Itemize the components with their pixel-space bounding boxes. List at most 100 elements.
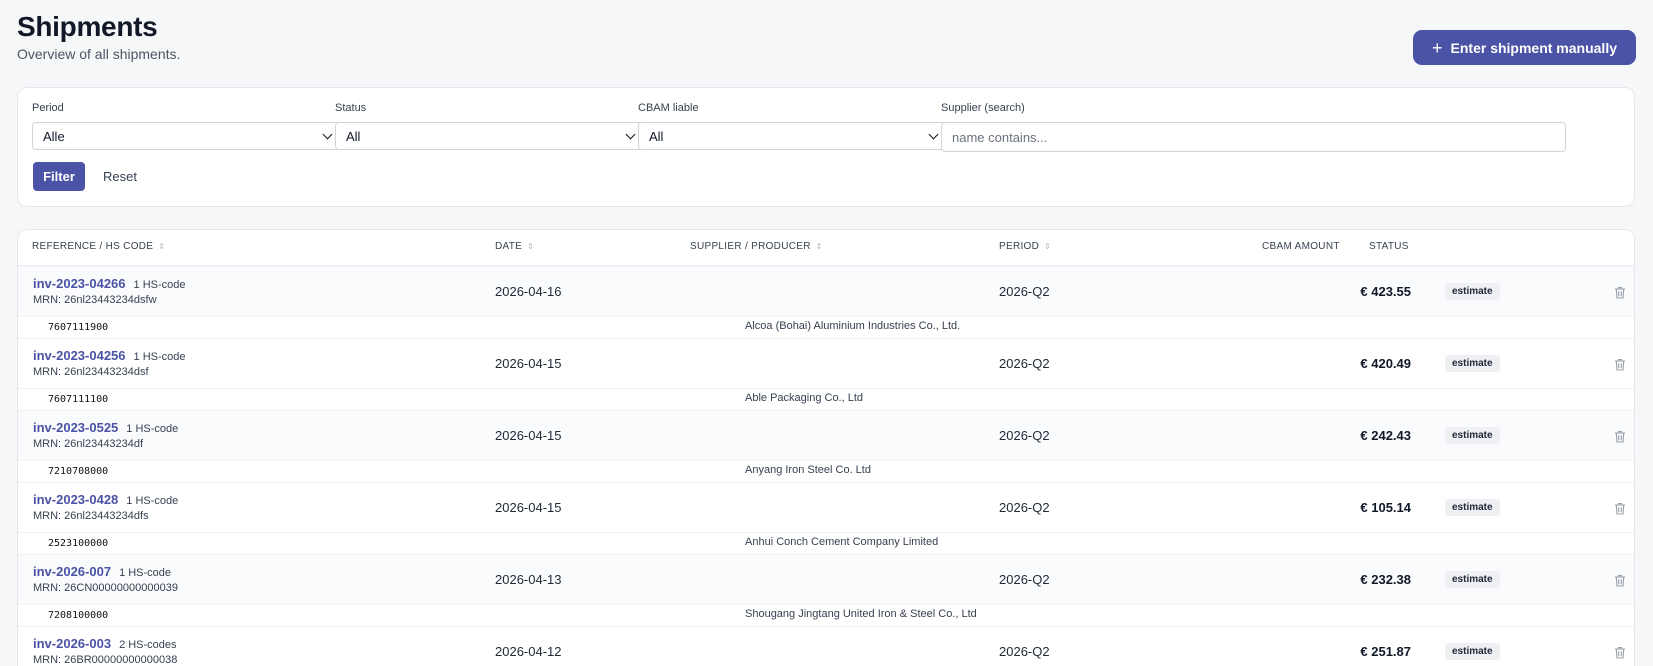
shipment-row-detail: 7210708000 Anyang Iron Steel Co. Ltd <box>18 460 1634 482</box>
reference-text: inv-2026-007 <box>33 564 112 579</box>
trash-icon[interactable] <box>1614 574 1626 592</box>
shipment-row-main: inv-2023-0525 1 HS-code MRN: 26nl23443234… <box>18 410 1634 460</box>
status-badge: estimate <box>1445 427 1500 444</box>
table-row: inv-2023-04266 1 HS-code MRN: 26nl2344323… <box>18 266 1634 338</box>
hs-code: 7607111900 <box>48 322 109 333</box>
cbam-filter: CBAM liable All <box>638 102 946 150</box>
supplier-name: Anyang Iron Steel Co. Ltd <box>745 464 871 476</box>
cbam-amount: € 251.87 <box>1360 644 1411 659</box>
column-date[interactable]: DATE ⇕ <box>495 241 534 252</box>
hs-count: 2 HS-codes <box>119 639 177 651</box>
table-header: REFERENCE / HS CODE ⇕ DATE ⇕ SUPPLIER / … <box>18 230 1634 266</box>
status-select[interactable]: All <box>335 122 643 150</box>
period: 2026-Q2 <box>999 284 1050 299</box>
column-period[interactable]: PERIOD ⇕ <box>999 241 1051 252</box>
reference-text: inv-2023-04266 <box>33 276 126 291</box>
column-amount-label: CBAM AMOUNT <box>1262 241 1340 252</box>
date: 2026-04-15 <box>495 500 562 515</box>
enter-shipment-button[interactable]: + Enter shipment manually <box>1413 30 1636 65</box>
status-badge: estimate <box>1445 643 1500 660</box>
shipment-reference-link[interactable]: inv-2026-003 2 HS-codes <box>33 636 177 651</box>
shipment-row-main: inv-2023-04266 1 HS-code MRN: 26nl2344323… <box>18 266 1634 316</box>
mrn: MRN: 26nl23443234dfs <box>33 510 149 522</box>
shipment-row-main: inv-2026-003 2 HS-codes MRN: 26BR00000000… <box>18 626 1634 666</box>
shipment-row-detail: 2523100000 Anhui Conch Cement Company Li… <box>18 532 1634 554</box>
period-select[interactable]: Alle <box>32 122 340 150</box>
reference-text: inv-2026-003 <box>33 636 112 651</box>
date: 2026-04-12 <box>495 644 562 659</box>
cbam-amount: € 423.55 <box>1360 284 1411 299</box>
shipment-reference-link[interactable]: inv-2023-0525 1 HS-code <box>33 420 178 435</box>
status-badge: estimate <box>1445 283 1500 300</box>
status-badge: estimate <box>1445 571 1500 588</box>
reference-text: inv-2023-04256 <box>33 348 126 363</box>
hs-code: 7210708000 <box>48 466 109 477</box>
sort-icon: ⇕ <box>158 241 166 251</box>
status-value: All <box>346 128 361 144</box>
table-row: inv-2026-003 2 HS-codes MRN: 26BR00000000… <box>18 626 1634 666</box>
hs-count: 1 HS-code <box>119 567 172 579</box>
column-reference-label: REFERENCE / HS CODE <box>32 241 154 252</box>
chevron-down-icon <box>625 129 636 139</box>
status-label: Status <box>335 102 367 114</box>
supplier-name: Shougang Jingtang United Iron & Steel Co… <box>745 608 977 620</box>
shipment-row-main: inv-2023-0428 1 HS-code MRN: 26nl23443234… <box>18 482 1634 532</box>
plus-icon: + <box>1432 37 1443 58</box>
filter-button[interactable]: Filter <box>33 162 85 191</box>
table-row: inv-2023-0525 1 HS-code MRN: 26nl23443234… <box>18 410 1634 482</box>
shipment-row-detail: 7607111900 Alcoa (Bohai) Aluminium Indus… <box>18 316 1634 338</box>
shipment-row-main: inv-2026-007 1 HS-code MRN: 26CN000000000… <box>18 554 1634 604</box>
shipment-reference-link[interactable]: inv-2023-04266 1 HS-code <box>33 276 186 291</box>
date: 2026-04-16 <box>495 284 562 299</box>
supplier-search-input[interactable] <box>941 122 1566 152</box>
period-filter: Period Alle <box>32 102 340 150</box>
mrn: MRN: 26nl23443234dsfw <box>33 294 157 306</box>
shipment-reference-link[interactable]: inv-2023-04256 1 HS-code <box>33 348 186 363</box>
shipment-row-detail: 7208100000 Shougang Jingtang United Iron… <box>18 604 1634 626</box>
column-supplier[interactable]: SUPPLIER / PRODUCER ⇕ <box>690 241 823 252</box>
period-label: Period <box>32 102 64 114</box>
hs-count: 1 HS-code <box>126 495 179 507</box>
column-date-label: DATE <box>495 241 523 252</box>
column-status-label: STATUS <box>1369 241 1409 252</box>
cbam-amount: € 420.49 <box>1360 356 1411 371</box>
status-badge: estimate <box>1445 355 1500 372</box>
hs-code: 7607111100 <box>48 394 109 405</box>
period: 2026-Q2 <box>999 644 1050 659</box>
period: 2026-Q2 <box>999 572 1050 587</box>
trash-icon[interactable] <box>1614 430 1626 448</box>
sort-icon: ⇕ <box>1044 241 1052 251</box>
cbam-select[interactable]: All <box>638 122 946 150</box>
page-header: Shipments Overview of all shipments. <box>17 10 180 62</box>
cbam-amount: € 232.38 <box>1360 572 1411 587</box>
column-reference[interactable]: REFERENCE / HS CODE ⇕ <box>32 241 165 252</box>
mrn: MRN: 26nl23443234df <box>33 438 144 450</box>
hs-code: 2523100000 <box>48 538 109 549</box>
period: 2026-Q2 <box>999 500 1050 515</box>
cbam-amount: € 105.14 <box>1360 500 1411 515</box>
mrn: MRN: 26nl23443234dsf <box>33 366 149 378</box>
page-title: Shipments <box>17 11 158 42</box>
shipment-row-detail: 7607111100 Able Packaging Co., Ltd <box>18 388 1634 410</box>
trash-icon[interactable] <box>1614 286 1626 304</box>
cbam-amount: € 242.43 <box>1360 428 1411 443</box>
mrn: MRN: 26BR00000000000038 <box>33 654 178 666</box>
mrn: MRN: 26CN00000000000039 <box>33 582 178 594</box>
shipment-reference-link[interactable]: inv-2026-007 1 HS-code <box>33 564 171 579</box>
reset-button[interactable]: Reset <box>98 162 142 191</box>
date: 2026-04-15 <box>495 428 562 443</box>
trash-icon[interactable] <box>1614 358 1626 376</box>
cbam-value: All <box>649 128 664 144</box>
trash-icon[interactable] <box>1614 502 1626 520</box>
trash-icon[interactable] <box>1614 646 1626 664</box>
page-subtitle: Overview of all shipments. <box>17 46 181 62</box>
chevron-down-icon <box>928 129 939 139</box>
column-status: STATUS <box>1369 241 1409 252</box>
table-row: inv-2026-007 1 HS-code MRN: 26CN000000000… <box>18 554 1634 626</box>
hs-code: 7208100000 <box>48 610 109 621</box>
shipment-reference-link[interactable]: inv-2023-0428 1 HS-code <box>33 492 178 507</box>
period: 2026-Q2 <box>999 428 1050 443</box>
column-amount: CBAM AMOUNT <box>1262 241 1340 252</box>
enter-shipment-label: Enter shipment manually <box>1450 39 1617 56</box>
sort-icon: ⇕ <box>815 241 823 251</box>
